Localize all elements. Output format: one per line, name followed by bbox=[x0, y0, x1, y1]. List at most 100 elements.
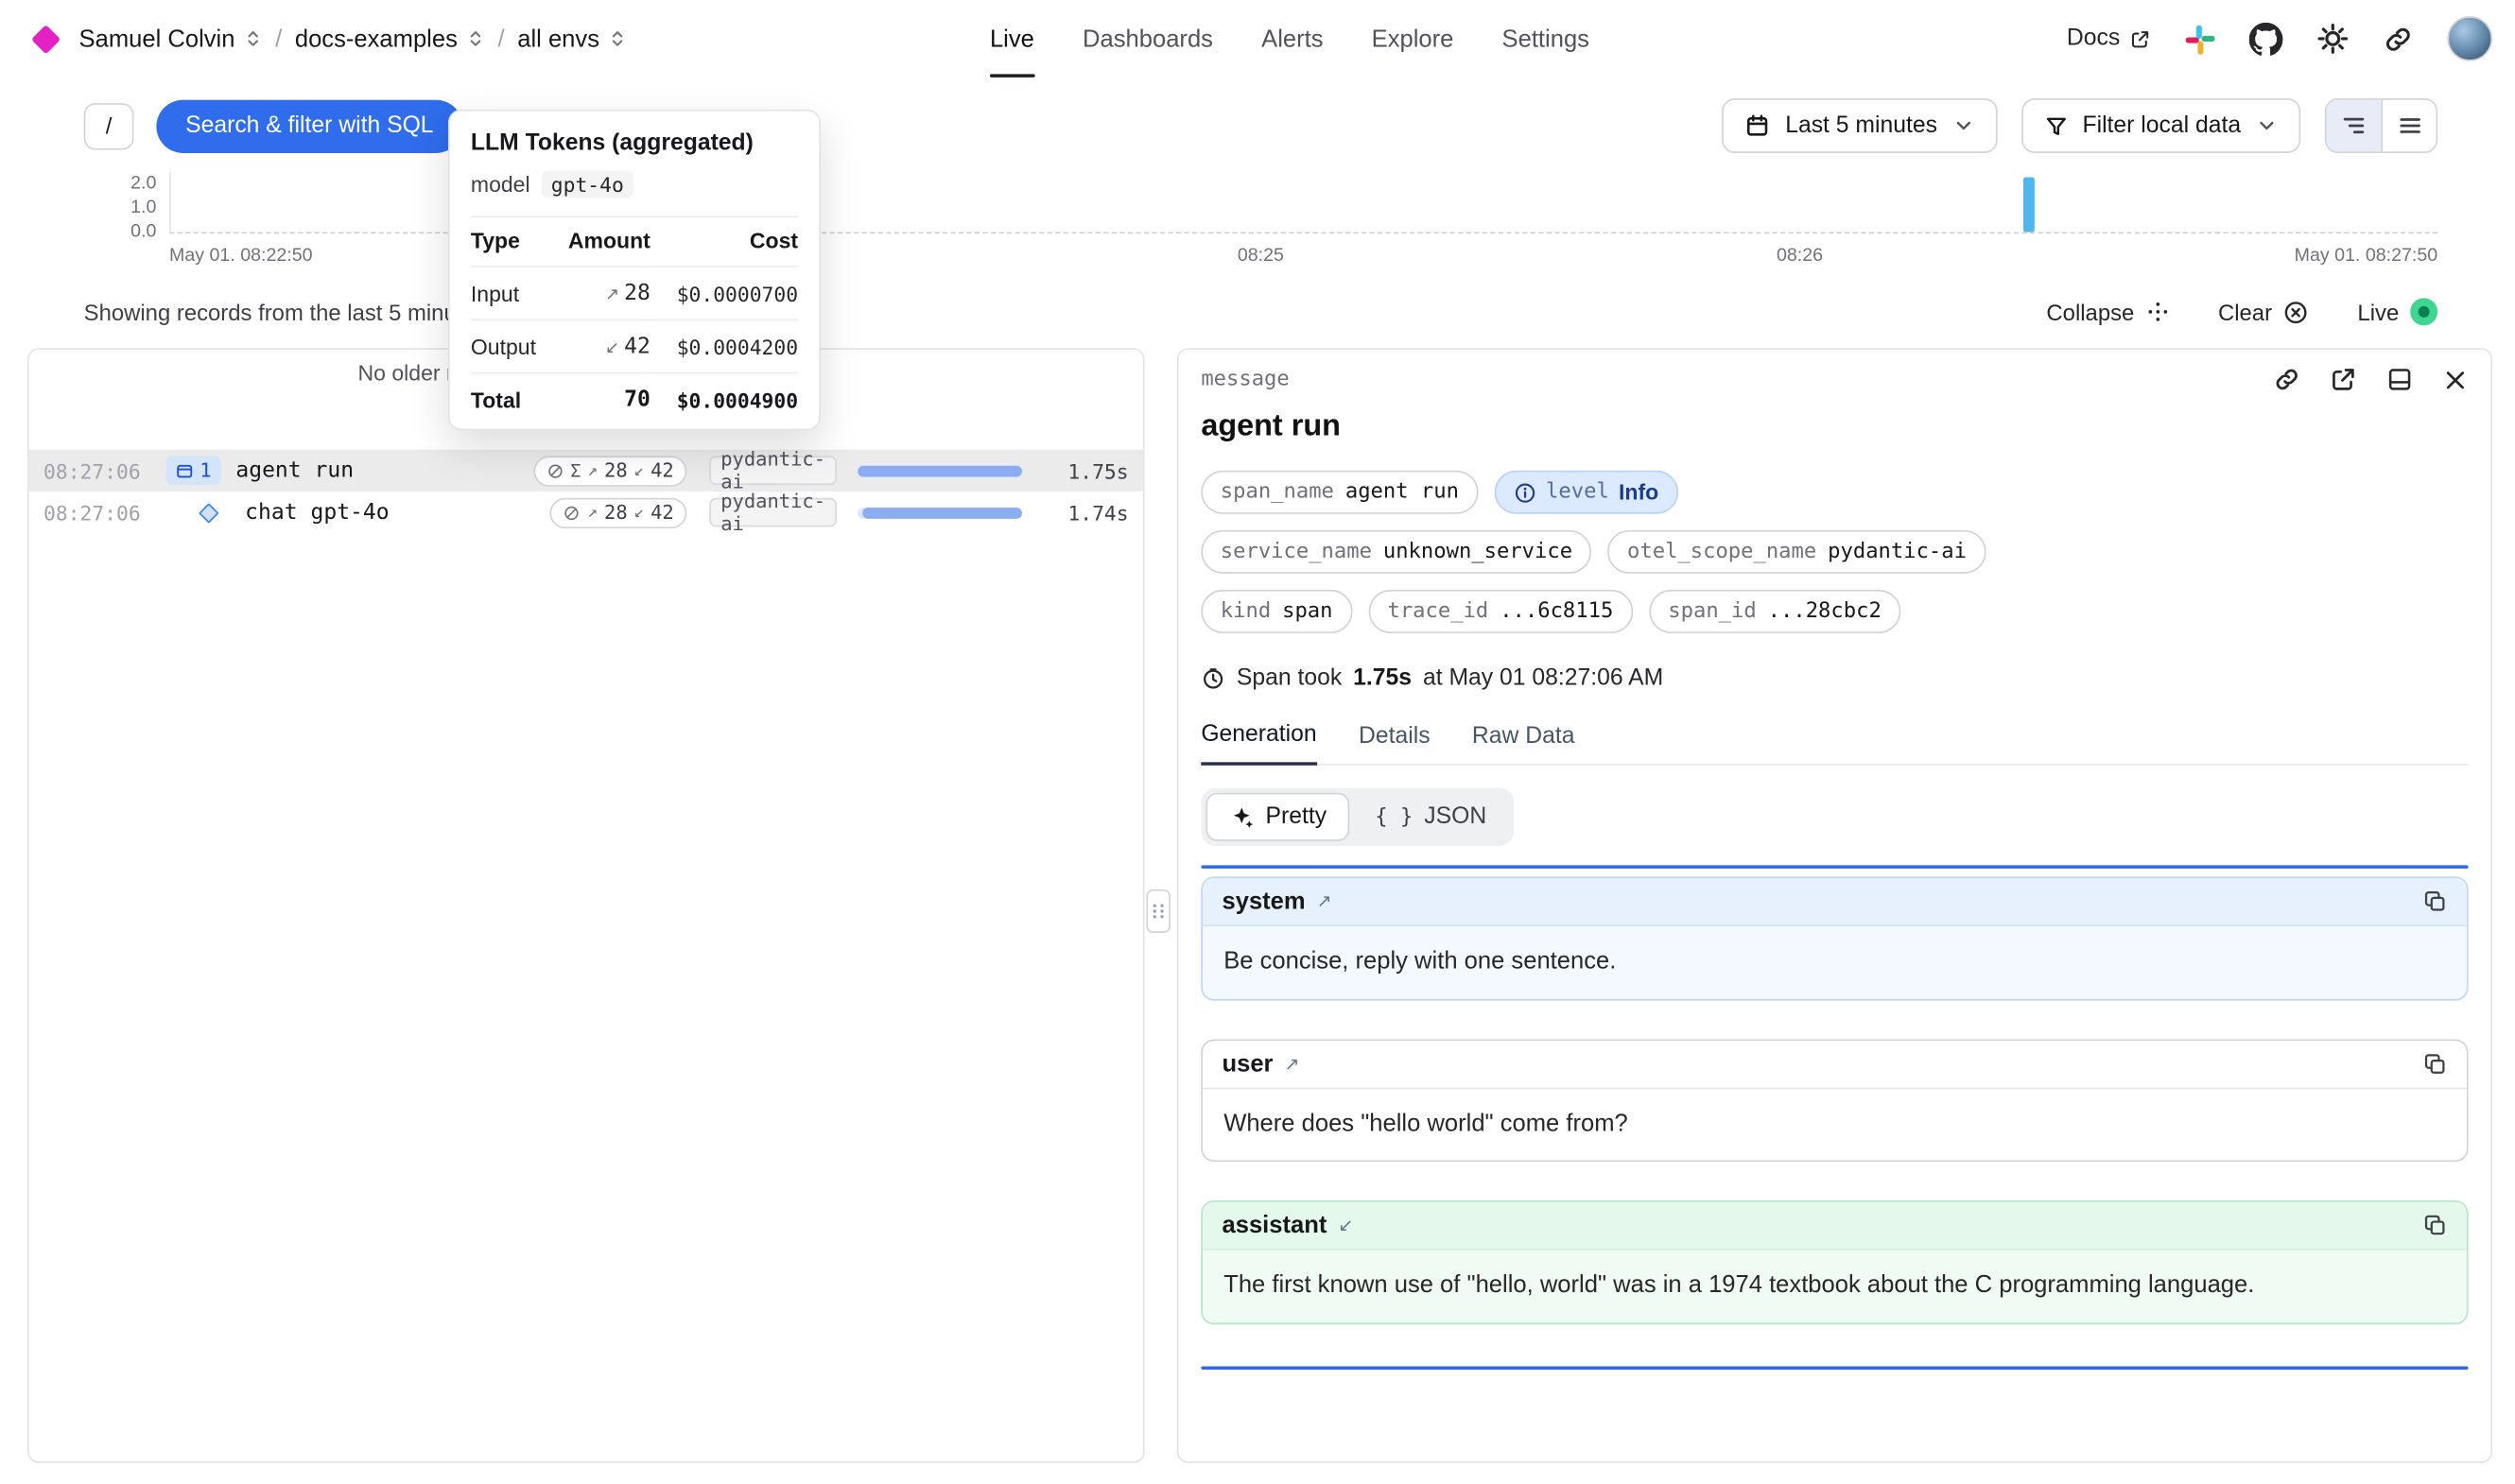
attr-value: agent run bbox=[1345, 480, 1459, 505]
attr-key: level bbox=[1546, 480, 1609, 505]
json-view-button[interactable]: { } JSON bbox=[1352, 793, 1509, 841]
output-arrow-icon: ↙ bbox=[605, 338, 619, 357]
attr-pill-service-name[interactable]: service_name unknown_service bbox=[1201, 530, 1591, 574]
row-cost: $0.0004200 bbox=[650, 319, 798, 372]
calendar-icon bbox=[1745, 112, 1771, 138]
slack-button[interactable] bbox=[2184, 24, 2214, 54]
stopwatch-icon bbox=[1201, 666, 1225, 691]
live-label: Live bbox=[2357, 299, 2399, 324]
tab-settings[interactable]: Settings bbox=[1502, 0, 1589, 78]
slash-shortcut-key: / bbox=[84, 102, 134, 148]
list-view-button[interactable] bbox=[2381, 100, 2436, 152]
docs-link[interactable]: Docs bbox=[2067, 26, 2151, 51]
showing-records-text: Showing records from the last 5 minutes bbox=[84, 299, 487, 324]
span-duration: 1.74s bbox=[1035, 500, 1129, 525]
live-toggle-button[interactable]: Live bbox=[2357, 298, 2437, 325]
attr-key: kind bbox=[1221, 599, 1271, 624]
trace-row-agent-run[interactable]: 08:27:06 1 agent run Σ ↗28 ↙42 bbox=[29, 450, 1143, 492]
environment-selector[interactable]: all envs bbox=[517, 25, 627, 52]
attr-value: ...6c8115 bbox=[1500, 599, 1613, 624]
attr-pill-span-id[interactable]: span_id ...28cbc2 bbox=[1649, 590, 1900, 633]
query-toolbar: / Search & filter with SQL Last 5 minute… bbox=[0, 98, 2515, 153]
copy-message-button[interactable] bbox=[2423, 1051, 2448, 1076]
message-card-user: user ↗ Where does "hello world" come fro… bbox=[1201, 1039, 2468, 1162]
record-kind-label: message bbox=[1201, 368, 1289, 392]
dock-panel-button[interactable] bbox=[2386, 366, 2414, 393]
copy-message-button[interactable] bbox=[2423, 889, 2448, 914]
panel-resize-handle[interactable] bbox=[1146, 889, 1171, 933]
trace-row-chat-gpt-4o[interactable]: 08:27:06 chat gpt-4o ↗28 ↙42 pydantic-ai bbox=[29, 492, 1143, 533]
link-icon bbox=[2383, 24, 2413, 54]
children-count-badge[interactable]: 1 bbox=[166, 456, 221, 485]
grip-dots-icon bbox=[1148, 899, 1169, 923]
filter-icon bbox=[2044, 113, 2069, 138]
table-row-input: Input ↗28 $0.0000700 bbox=[471, 267, 798, 319]
attr-pill-kind[interactable]: kind span bbox=[1201, 590, 1352, 633]
view-toggle-group bbox=[2325, 98, 2437, 153]
tab-generation[interactable]: Generation bbox=[1201, 722, 1316, 766]
pydantic-logo-icon bbox=[31, 24, 61, 53]
token-usage-pill[interactable]: ↗28 ↙42 bbox=[550, 497, 686, 527]
close-panel-button[interactable] bbox=[2442, 367, 2468, 392]
chevrons-updown-icon bbox=[243, 29, 262, 48]
sun-icon bbox=[2316, 23, 2349, 55]
copy-link-button[interactable] bbox=[2273, 366, 2300, 393]
tab-dashboards[interactable]: Dashboards bbox=[1083, 0, 1213, 78]
dock-panel-icon bbox=[2386, 366, 2414, 393]
org-selector[interactable]: Samuel Colvin bbox=[79, 25, 263, 52]
attr-pill-trace-id[interactable]: trace_id ...6c8115 bbox=[1368, 590, 1633, 633]
collapse-icon bbox=[2145, 300, 2170, 324]
attr-key: otel_scope_name bbox=[1627, 540, 1816, 564]
github-button[interactable] bbox=[2249, 22, 2283, 56]
span-duration-fill bbox=[862, 507, 1022, 518]
chevron-down-icon bbox=[2255, 114, 2278, 137]
span-duration-bar bbox=[858, 465, 1022, 476]
share-link-button[interactable] bbox=[2383, 24, 2413, 54]
pretty-view-button[interactable]: Pretty bbox=[1205, 793, 1349, 841]
filter-local-select[interactable]: Filter local data bbox=[2021, 98, 2301, 153]
tab-explore[interactable]: Explore bbox=[1372, 0, 1454, 78]
tab-details[interactable]: Details bbox=[1359, 722, 1431, 764]
clear-button[interactable]: Clear bbox=[2218, 299, 2309, 324]
tab-live[interactable]: Live bbox=[990, 0, 1034, 78]
chart-bar[interactable] bbox=[2022, 178, 2034, 233]
took-duration: 1.75s bbox=[1353, 665, 1412, 691]
attr-pill-span-name[interactable]: span_name agent run bbox=[1201, 471, 1478, 514]
x-tick-start: May 01. 08:22:50 bbox=[169, 247, 313, 266]
copy-message-button[interactable] bbox=[2423, 1214, 2448, 1238]
input-arrow-icon: ↗ bbox=[605, 285, 619, 304]
attr-pill-level[interactable]: level Info bbox=[1494, 471, 1677, 514]
message-role: system bbox=[1222, 888, 1305, 915]
output-tokens: 42 bbox=[650, 459, 674, 482]
circle-x-icon bbox=[2283, 299, 2309, 324]
search-filter-button[interactable]: Search & filter with SQL bbox=[156, 99, 462, 152]
copy-icon bbox=[2423, 1214, 2448, 1238]
tree-view-button[interactable] bbox=[2327, 100, 2382, 152]
span-duration: 1.75s bbox=[1035, 458, 1129, 483]
message-role: user bbox=[1222, 1050, 1273, 1078]
attr-key: trace_id bbox=[1387, 599, 1488, 624]
project-selector[interactable]: docs-examples bbox=[295, 25, 485, 52]
span-duration-bar bbox=[858, 507, 1022, 518]
y-tick: 1.0 bbox=[84, 198, 157, 217]
tab-alerts[interactable]: Alerts bbox=[1261, 0, 1323, 78]
x-tick-mid2: 08:26 bbox=[1777, 247, 1823, 266]
time-range-select[interactable]: Last 5 minutes bbox=[1723, 98, 1997, 153]
attr-pill-otel-scope[interactable]: otel_scope_name pydantic-ai bbox=[1608, 530, 1986, 574]
row-cost: $0.0000700 bbox=[650, 267, 798, 319]
chevrons-updown-icon bbox=[465, 29, 484, 48]
token-usage-pill[interactable]: Σ ↗28 ↙42 bbox=[533, 456, 686, 486]
collapse-button[interactable]: Collapse bbox=[2046, 299, 2169, 324]
theme-toggle-button[interactable] bbox=[2316, 23, 2349, 55]
timeline-chart[interactable]: 2.0 1.0 0.0 May 01. 08:22:50 08:25 08:26… bbox=[84, 172, 2437, 275]
attr-value: span bbox=[1282, 599, 1332, 624]
screen: Samuel Colvin / docs-examples / all envs… bbox=[0, 0, 2515, 1484]
open-external-button[interactable] bbox=[2330, 366, 2357, 393]
view-mode-toggle: Pretty { } JSON bbox=[1201, 788, 1514, 846]
user-avatar[interactable] bbox=[2447, 16, 2492, 61]
attr-row: span_name agent run level Info bbox=[1201, 471, 2468, 514]
outgoing-arrow-icon: ↗ bbox=[1284, 1053, 1299, 1074]
row-label: Input bbox=[471, 267, 550, 319]
tab-raw-data[interactable]: Raw Data bbox=[1472, 722, 1575, 764]
top-header: Samuel Colvin / docs-examples / all envs… bbox=[0, 0, 2515, 78]
